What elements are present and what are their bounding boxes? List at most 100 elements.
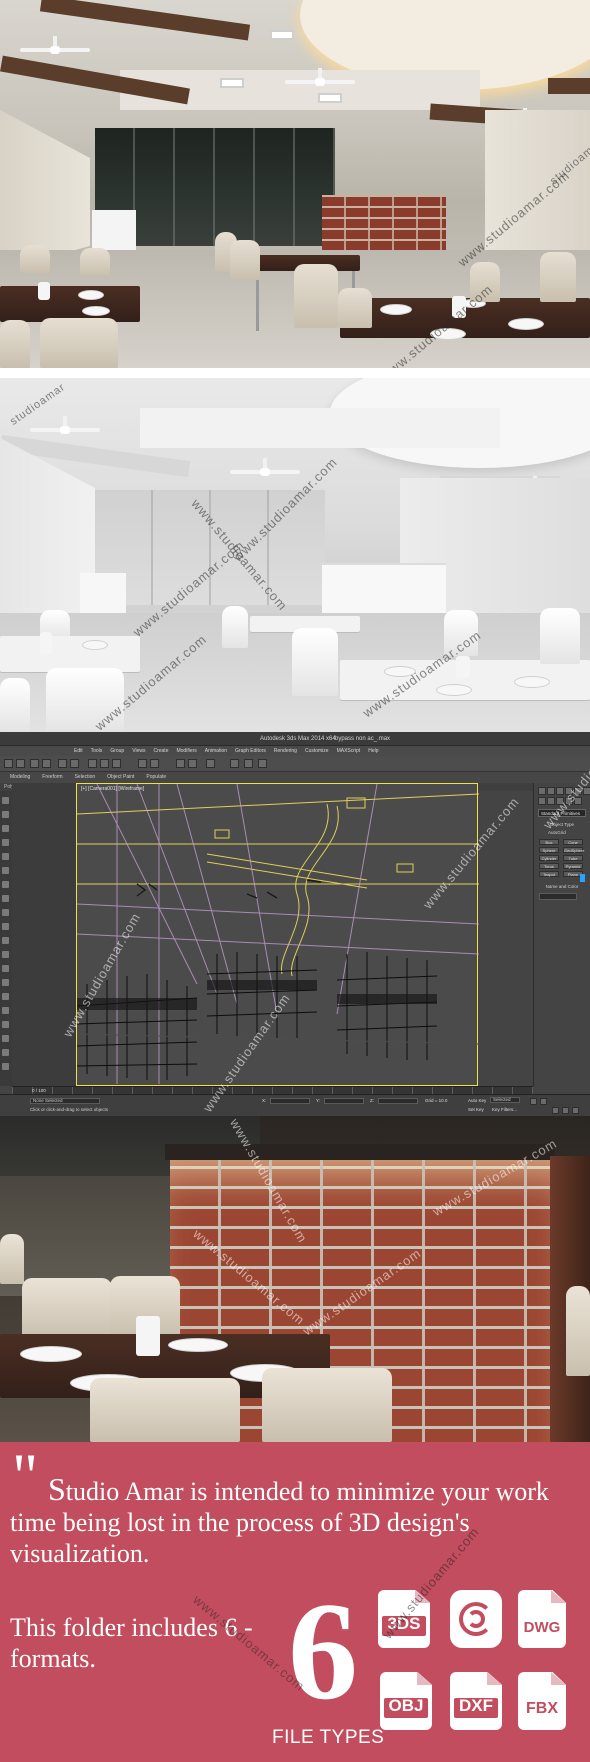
tool-icon[interactable] xyxy=(2,839,9,846)
key-filters-button[interactable]: Key Filters... xyxy=(492,1107,517,1112)
menu-item-rendering[interactable]: Rendering xyxy=(270,746,301,756)
auto-key-button[interactable]: Auto Key xyxy=(468,1098,486,1103)
ceiling-fan xyxy=(20,36,90,58)
command-panel: Standard Primitives Object Type AutoGrid… xyxy=(533,783,590,1086)
set-key-button[interactable]: Set Key xyxy=(468,1107,484,1112)
menu-item-customize[interactable]: Customize xyxy=(301,746,333,756)
select-icon[interactable] xyxy=(58,759,67,768)
file-types-label: FILE TYPES xyxy=(272,1727,385,1748)
pan-icon[interactable] xyxy=(562,1107,569,1114)
color-swatch[interactable] xyxy=(580,874,585,882)
menu-item-edit[interactable]: Edit xyxy=(70,746,87,756)
tool-icon[interactable] xyxy=(2,937,9,944)
link-icon[interactable] xyxy=(30,759,39,768)
tool-icon[interactable] xyxy=(2,797,9,804)
sphere-button[interactable]: Sphere xyxy=(539,847,559,853)
geosphere-button[interactable]: GeoSphere xyxy=(563,847,584,853)
tube-button[interactable]: Tube xyxy=(563,855,583,861)
vase xyxy=(136,1316,160,1356)
render-icon[interactable] xyxy=(258,759,267,768)
render-setup-icon[interactable] xyxy=(244,759,253,768)
menu-item-maxscript[interactable]: MAXScript xyxy=(333,746,365,756)
tool-icon[interactable] xyxy=(2,825,9,832)
material-editor-icon[interactable] xyxy=(230,759,239,768)
tool-icon[interactable] xyxy=(2,895,9,902)
mirror-icon[interactable] xyxy=(176,759,185,768)
downlight xyxy=(270,30,294,40)
modify-tab-icon[interactable] xyxy=(547,787,555,795)
tool-icon[interactable] xyxy=(2,951,9,958)
next-frame-icon[interactable] xyxy=(540,1098,547,1105)
y-coord-field[interactable] xyxy=(324,1098,364,1104)
autogrid-checkbox[interactable]: AutoGrid xyxy=(538,829,586,836)
zoom-icon[interactable] xyxy=(552,1107,559,1114)
menu-item-create[interactable]: Create xyxy=(149,746,172,756)
plate xyxy=(78,290,104,300)
x-coord-field[interactable] xyxy=(270,1098,310,1104)
pyramid-button[interactable]: Pyramid xyxy=(563,863,583,869)
tool-icon[interactable] xyxy=(2,965,9,972)
tool-icon[interactable] xyxy=(2,1063,9,1070)
unlink-icon[interactable] xyxy=(42,759,51,768)
tool-icon[interactable] xyxy=(2,811,9,818)
format-count: 6 xyxy=(288,1574,358,1729)
chair xyxy=(80,248,110,276)
tool-icon[interactable] xyxy=(2,909,9,916)
menu-item-modifiers[interactable]: Modifiers xyxy=(172,746,200,756)
name-and-color-header[interactable]: Name and Color xyxy=(538,883,586,890)
menu-item-help[interactable]: Help xyxy=(364,746,382,756)
plate xyxy=(82,306,110,316)
rotate-icon[interactable] xyxy=(100,759,109,768)
tab-object-paint[interactable]: Object Paint xyxy=(101,772,140,783)
cylinder-button[interactable]: Cylinder xyxy=(539,855,559,861)
tool-icon[interactable] xyxy=(2,867,9,874)
scale-icon[interactable] xyxy=(112,759,121,768)
plate xyxy=(508,318,544,330)
torus-button[interactable]: Torus xyxy=(539,863,559,869)
play-icon[interactable] xyxy=(530,1098,537,1105)
tool-icon[interactable] xyxy=(2,1007,9,1014)
menu-item-views[interactable]: Views xyxy=(128,746,149,756)
tool-icon[interactable] xyxy=(2,1035,9,1042)
menu-item-animation[interactable]: Animation xyxy=(201,746,231,756)
geometry-icon[interactable] xyxy=(538,797,546,805)
vase xyxy=(456,656,470,678)
tool-icon[interactable] xyxy=(2,993,9,1000)
tab-populate[interactable]: Populate xyxy=(140,772,172,783)
redo-icon[interactable] xyxy=(16,759,25,768)
select-by-name-icon[interactable] xyxy=(70,759,79,768)
tool-icon[interactable] xyxy=(2,1049,9,1056)
orbit-icon[interactable] xyxy=(572,1107,579,1114)
key-mode-dropdown[interactable]: Selected xyxy=(490,1097,520,1103)
chair xyxy=(294,264,338,328)
object-name-field[interactable] xyxy=(539,893,577,900)
obj-file-icon: OBJ xyxy=(380,1672,432,1730)
tab-freeform[interactable]: Freeform xyxy=(36,772,68,783)
undo-icon[interactable] xyxy=(4,759,13,768)
plate xyxy=(168,1338,228,1352)
time-slider[interactable]: 0 / 100 xyxy=(12,1086,533,1094)
align-icon[interactable] xyxy=(188,759,197,768)
tool-icon[interactable] xyxy=(2,979,9,986)
menu-item-graph-editors[interactable]: Graph Editors xyxy=(231,746,270,756)
move-icon[interactable] xyxy=(88,759,97,768)
tool-icon[interactable] xyxy=(2,1021,9,1028)
box-button[interactable]: Box xyxy=(539,839,559,845)
tab-selection[interactable]: Selection xyxy=(69,772,102,783)
layer-icon[interactable] xyxy=(206,759,215,768)
menu-item-group[interactable]: Group xyxy=(106,746,128,756)
tool-icon[interactable] xyxy=(2,923,9,930)
menu-item-tools[interactable]: Tools xyxy=(87,746,107,756)
tool-icon[interactable] xyxy=(2,853,9,860)
vase xyxy=(38,282,50,300)
create-tab-icon[interactable] xyxy=(538,787,546,795)
tab-modeling[interactable]: Modeling xyxy=(4,772,36,783)
chair xyxy=(540,608,580,664)
teapot-button[interactable]: Teapot xyxy=(539,871,559,877)
cone-button[interactable]: Cone xyxy=(563,839,583,845)
z-coord-field[interactable] xyxy=(378,1098,418,1104)
camera-viewport[interactable]: [+] [Camera001] [Wireframe] xyxy=(76,783,479,1086)
tool-icon[interactable] xyxy=(2,881,9,888)
angle-snap-icon[interactable] xyxy=(150,759,159,768)
snap-icon[interactable] xyxy=(138,759,147,768)
